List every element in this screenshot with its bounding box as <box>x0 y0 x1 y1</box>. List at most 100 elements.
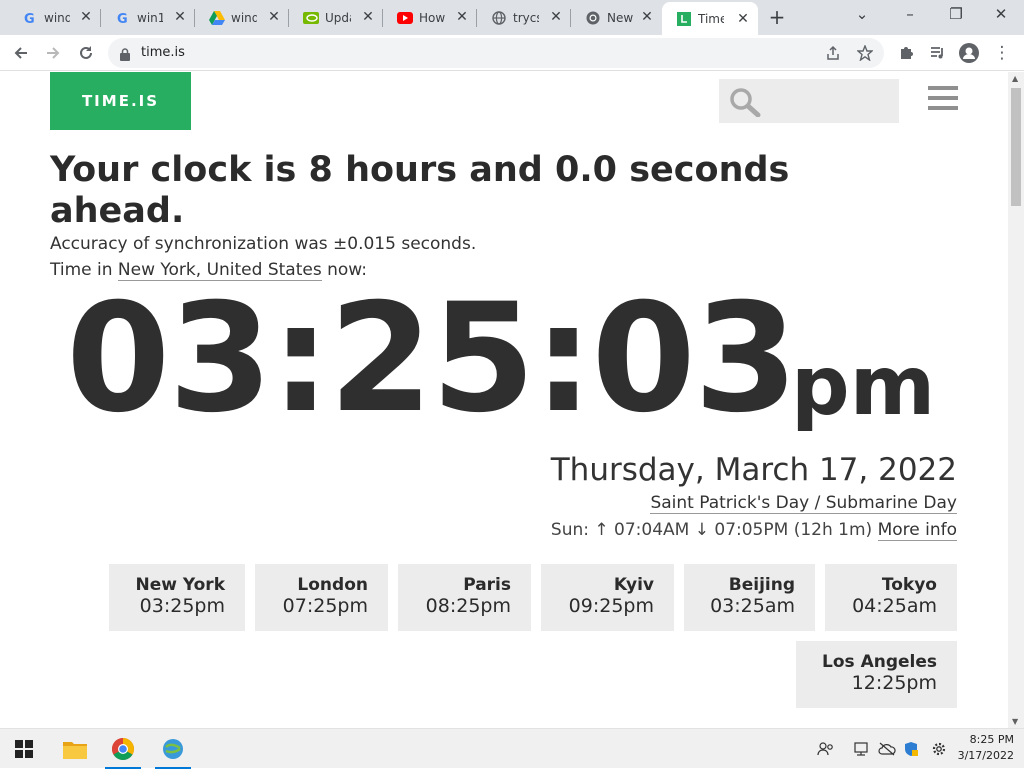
windows-taskbar: 8:25 PM 3/17/2022 <box>0 728 1024 769</box>
new-tab-button[interactable]: + <box>766 7 788 29</box>
close-tab-icon[interactable]: ✕ <box>640 10 654 24</box>
city-time: 04:25am <box>852 595 937 617</box>
browser-tab-active[interactable]: Time ✕ <box>662 2 758 35</box>
city-card[interactable]: Los Angeles 12:25pm <box>796 641 957 708</box>
bookmark-star-icon[interactable] <box>854 42 876 64</box>
tab-search-icon[interactable]: ⌄ <box>850 5 874 27</box>
tab-title: Time <box>698 11 724 26</box>
am-pm-indicator: pm <box>791 339 936 434</box>
city-name: Tokyo <box>881 575 937 595</box>
browser-tab[interactable]: New ✕ <box>571 0 662 35</box>
city-card[interactable]: Kyiv 09:25pm <box>541 564 674 631</box>
minimize-icon[interactable]: – <box>898 5 922 27</box>
restore-icon[interactable]: ❐ <box>944 5 968 27</box>
chrome-taskbar-icon[interactable] <box>103 729 143 769</box>
chrome-icon <box>585 10 601 26</box>
close-tab-icon[interactable]: ✕ <box>549 10 563 24</box>
scrollbar-thumb[interactable] <box>1011 88 1021 206</box>
google-icon: G <box>22 10 38 26</box>
search-icon <box>729 87 761 121</box>
control-panel-icon[interactable] <box>153 729 193 769</box>
current-time: 03:25:03 <box>66 272 798 446</box>
close-tab-icon[interactable]: ✕ <box>267 10 281 24</box>
browser-tab[interactable]: windows ✕ <box>195 0 289 35</box>
extensions-icon[interactable] <box>893 40 919 66</box>
tab-title: win10 <box>137 10 163 25</box>
tab-strip: G windows ✕ G win10 ✕ windows ✕ Update ✕… <box>0 0 1024 35</box>
svg-text:G: G <box>24 12 35 25</box>
browser-tab[interactable]: G win10 ✕ <box>101 0 195 35</box>
city-card[interactable]: Tokyo 04:25am <box>825 564 957 631</box>
tab-title: New <box>607 10 633 25</box>
globe-icon <box>491 10 507 26</box>
close-tab-icon[interactable]: ✕ <box>455 10 469 24</box>
taskbar-date: 3/17/2022 <box>957 749 1014 762</box>
browser-tab[interactable]: How ✕ <box>383 0 477 35</box>
hamburger-menu-icon[interactable] <box>928 86 958 114</box>
lock-icon[interactable] <box>120 46 130 65</box>
onedrive-offline-icon[interactable] <box>877 739 897 759</box>
city-name: Kyiv <box>613 575 654 595</box>
city-time: 12:25pm <box>851 672 937 694</box>
svg-text:G: G <box>117 12 128 25</box>
sun-times: Sun: ↑ 07:04AM ↓ 07:05PM (12h 1m) More i… <box>550 520 957 541</box>
sunrise-sunset-text: Sun: ↑ 07:04AM ↓ 07:05PM (12h 1m) <box>550 520 878 540</box>
city-card[interactable]: Paris 08:25pm <box>398 564 531 631</box>
browser-tab[interactable]: G windows ✕ <box>8 0 101 35</box>
forward-button[interactable] <box>40 40 66 66</box>
people-icon[interactable] <box>816 739 836 759</box>
url-text[interactable]: time.is <box>141 45 185 60</box>
city-card[interactable]: New York 03:25pm <box>109 564 245 631</box>
tab-title: trycs <box>513 10 539 25</box>
site-logo[interactable]: TIME.IS <box>50 72 191 130</box>
close-tab-icon[interactable]: ✕ <box>736 12 750 26</box>
city-time: 08:25pm <box>425 595 511 617</box>
city-name: Beijing <box>728 575 795 595</box>
city-name: New York <box>135 575 226 595</box>
taskbar-time: 8:25 PM <box>969 733 1014 746</box>
vertical-scrollbar[interactable]: ▲ ▼ <box>1008 72 1024 728</box>
windows-start-icon[interactable] <box>4 729 44 769</box>
close-window-icon[interactable]: ✕ <box>989 5 1013 27</box>
search-input[interactable] <box>719 79 899 123</box>
scroll-down-icon[interactable]: ▼ <box>1012 717 1018 726</box>
close-tab-icon[interactable]: ✕ <box>79 10 93 24</box>
timeis-icon <box>676 11 692 27</box>
settings-gear-icon[interactable] <box>929 739 949 759</box>
close-tab-icon[interactable]: ✕ <box>361 10 375 24</box>
profile-avatar-icon[interactable] <box>956 40 982 66</box>
city-name: London <box>297 575 368 595</box>
holiday-link[interactable]: Saint Patrick's Day / Submarine Day <box>650 493 957 514</box>
network-icon[interactable] <box>853 739 873 759</box>
browser-toolbar: time.is ⋮ <box>0 35 1024 71</box>
youtube-icon <box>397 10 413 26</box>
address-bar[interactable]: time.is <box>108 38 884 68</box>
drive-icon <box>209 10 225 26</box>
close-tab-icon[interactable]: ✕ <box>173 10 187 24</box>
clock-offset-headline: Your clock is 8 hours and 0.0 seconds ah… <box>50 150 790 231</box>
windows-security-icon[interactable] <box>901 739 921 759</box>
reload-button[interactable] <box>73 40 99 66</box>
scroll-up-icon[interactable]: ▲ <box>1012 74 1018 83</box>
back-button[interactable] <box>8 40 34 66</box>
sync-accuracy-text: Accuracy of synchronization was ±0.015 s… <box>50 234 477 254</box>
tab-title: Update <box>325 10 351 25</box>
share-icon[interactable] <box>822 42 844 64</box>
more-info-link[interactable]: More info <box>877 520 957 541</box>
more-menu-icon[interactable]: ⋮ <box>989 40 1015 66</box>
city-time: 03:25am <box>710 595 795 617</box>
current-date: Thursday, March 17, 2022 <box>550 452 957 488</box>
city-card[interactable]: Beijing 03:25am <box>684 564 815 631</box>
browser-tab[interactable]: Update ✕ <box>289 0 383 35</box>
nvidia-icon <box>303 10 319 26</box>
taskbar-clock[interactable]: 8:25 PM 3/17/2022 <box>958 732 1014 764</box>
holiday-text[interactable]: Saint Patrick's Day / Submarine Day <box>650 493 957 514</box>
file-explorer-icon[interactable] <box>55 729 95 769</box>
city-time: 03:25pm <box>139 595 225 617</box>
media-control-icon[interactable] <box>924 40 950 66</box>
city-card[interactable]: London 07:25pm <box>255 564 388 631</box>
browser-tab[interactable]: trycs ✕ <box>477 0 571 35</box>
web-page: TIME.IS Your clock is 8 hours and 0.0 se… <box>0 72 1008 728</box>
tab-title: windows <box>231 10 257 25</box>
tab-title: windows <box>44 10 70 25</box>
